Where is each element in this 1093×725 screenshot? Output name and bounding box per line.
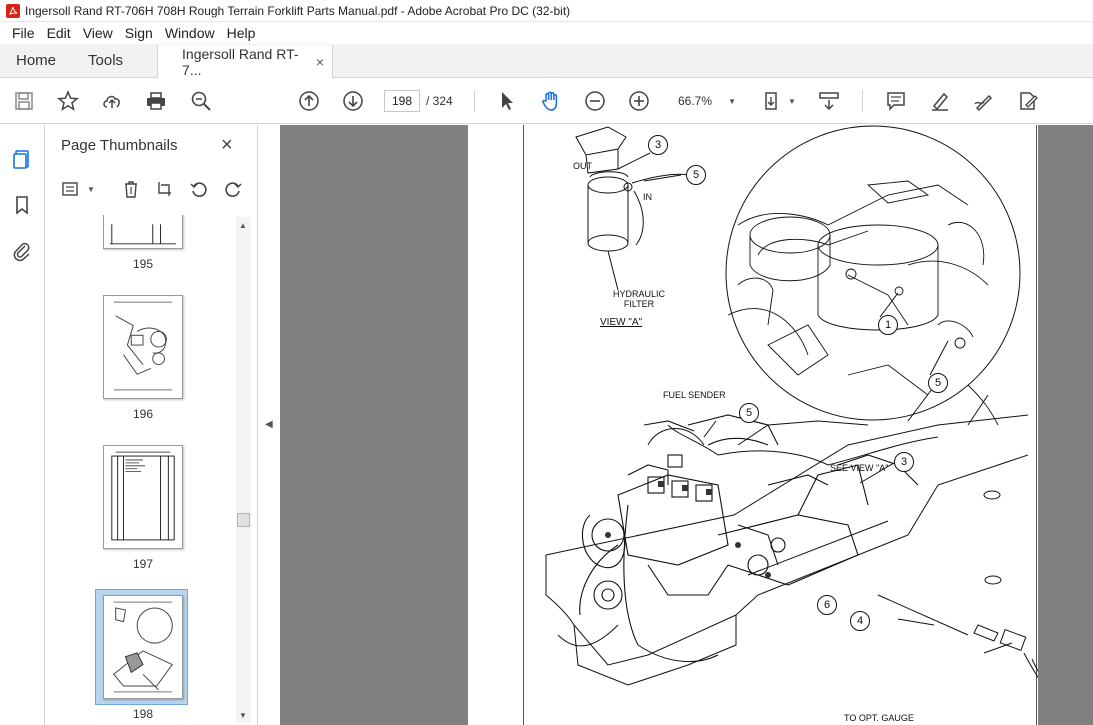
callout-5: 5	[686, 165, 706, 185]
thumbnail-page-selected[interactable]	[103, 595, 183, 699]
attachment-icon[interactable]	[10, 239, 34, 263]
thumbnail-scrollbar[interactable]: ▲ ▼	[236, 217, 251, 723]
left-navigation-rail	[0, 125, 45, 725]
bookmark-icon[interactable]	[10, 193, 34, 217]
callout-5: 5	[739, 403, 759, 423]
menu-help[interactable]: Help	[221, 25, 262, 41]
hand-icon[interactable]	[539, 89, 563, 113]
callout-3: 3	[894, 452, 914, 472]
zoom-value: 66.7%	[678, 94, 713, 108]
collapse-panel-icon[interactable]: ◀	[265, 419, 273, 430]
label-in: IN	[643, 192, 652, 202]
thumbnail-list: 195 196 197 198	[45, 215, 238, 725]
document-tab-label: Ingersoll Rand RT-7...	[182, 45, 299, 78]
upload-icon[interactable]	[100, 89, 124, 113]
thumbnail-page[interactable]	[103, 445, 183, 549]
callout-1: 1	[878, 315, 898, 335]
thumbnail-page[interactable]	[103, 295, 183, 399]
label-hydraulic-filter: HYDRAULIC FILTER	[612, 289, 665, 309]
parts-diagram	[545, 125, 1038, 686]
cursor-icon[interactable]	[495, 89, 519, 113]
menu-edit[interactable]: Edit	[41, 25, 77, 41]
callout-3: 3	[648, 135, 668, 155]
crop-page-icon[interactable]	[153, 177, 177, 201]
rotate-right-icon[interactable]	[221, 177, 245, 201]
label-fuel-sender: FUEL SENDER	[663, 390, 726, 400]
thumbnail-label: 197	[132, 557, 154, 571]
menu-file[interactable]: File	[6, 25, 41, 41]
scroll-down-icon[interactable]: ▼	[239, 711, 247, 720]
tab-tools[interactable]: Tools	[72, 44, 139, 77]
page-down-icon[interactable]	[341, 89, 365, 113]
comment-icon[interactable]	[884, 89, 908, 113]
page-thumbnails-panel: Page Thumbnails × ▼ 195 196 197 198 ▲ ▼	[45, 125, 258, 725]
page-total: / 324	[426, 94, 453, 108]
page-up-icon[interactable]	[297, 89, 321, 113]
toolbar-divider	[862, 90, 863, 112]
scrollbar-thumb[interactable]	[237, 513, 250, 527]
menu-window[interactable]: Window	[159, 25, 221, 41]
label-out: OUT	[573, 161, 592, 171]
label-see-view-a: SEE VIEW "A"	[830, 463, 889, 473]
search-zoom-icon[interactable]	[189, 89, 213, 113]
scroll-up-icon[interactable]: ▲	[239, 221, 247, 230]
scroll-mode-icon[interactable]	[817, 89, 841, 113]
pdf-page: OUT IN HYDRAULIC FILTER VIEW "A" FUEL SE…	[468, 125, 1038, 725]
window-title: Ingersoll Rand RT-706H 708H Rough Terrai…	[25, 3, 571, 18]
chevron-down-icon: ▼	[728, 96, 736, 106]
highlight-icon[interactable]	[928, 89, 952, 113]
rotate-left-icon[interactable]	[187, 177, 211, 201]
chevron-down-icon[interactable]: ▼	[87, 185, 95, 194]
zoom-in-icon[interactable]	[627, 89, 651, 113]
title-bar: Ingersoll Rand RT-706H 708H Rough Terrai…	[0, 0, 1093, 22]
fit-page-icon[interactable]	[762, 89, 786, 113]
menu-view[interactable]: View	[77, 25, 119, 41]
main-toolbar: 198 / 324 66.7% ▼ ▼	[0, 78, 1093, 124]
panel-collapse-strip[interactable]: ◀	[258, 125, 280, 725]
options-menu-icon[interactable]	[59, 177, 83, 201]
thumbnail-label: 195	[132, 257, 154, 271]
star-icon[interactable]	[56, 89, 80, 113]
tab-home[interactable]: Home	[0, 44, 72, 77]
thumbnail-label: 196	[132, 407, 154, 421]
tab-bar: Home Tools Ingersoll Rand RT-7... ×	[0, 44, 1093, 78]
document-viewport[interactable]: OUT IN HYDRAULIC FILTER VIEW "A" FUEL SE…	[280, 125, 1093, 725]
print-icon[interactable]	[144, 89, 168, 113]
close-panel-button[interactable]: ×	[221, 135, 233, 155]
save-icon[interactable]	[12, 89, 36, 113]
tab-document[interactable]: Ingersoll Rand RT-7... ×	[157, 45, 334, 78]
sign-icon[interactable]	[972, 89, 996, 113]
panel-title: Page Thumbnails	[61, 137, 178, 154]
toolbar-divider	[474, 90, 475, 112]
zoom-select[interactable]: 66.7% ▼	[670, 90, 742, 112]
callout-4: 4	[850, 611, 870, 631]
menu-bar: File Edit View Sign Window Help	[0, 22, 1093, 44]
fill-sign-icon[interactable]	[1016, 89, 1040, 113]
chevron-down-icon[interactable]: ▼	[788, 97, 796, 106]
menu-sign[interactable]: Sign	[119, 25, 159, 41]
label-to-opt-gauge: TO OPT. GAUGE	[844, 713, 914, 723]
thumbnail-label: 198	[132, 707, 154, 721]
zoom-out-icon[interactable]	[583, 89, 607, 113]
delete-page-icon[interactable]	[119, 177, 143, 201]
page-thumbnails-icon[interactable]	[10, 147, 34, 171]
acrobat-app-icon	[6, 3, 20, 18]
thumbnail-page[interactable]	[103, 215, 183, 249]
page-number-input[interactable]: 198	[384, 90, 420, 112]
callout-5: 5	[928, 373, 948, 393]
label-view-a: VIEW "A"	[600, 317, 643, 328]
callout-6: 6	[817, 595, 837, 615]
close-tab-button[interactable]: ×	[316, 54, 324, 70]
